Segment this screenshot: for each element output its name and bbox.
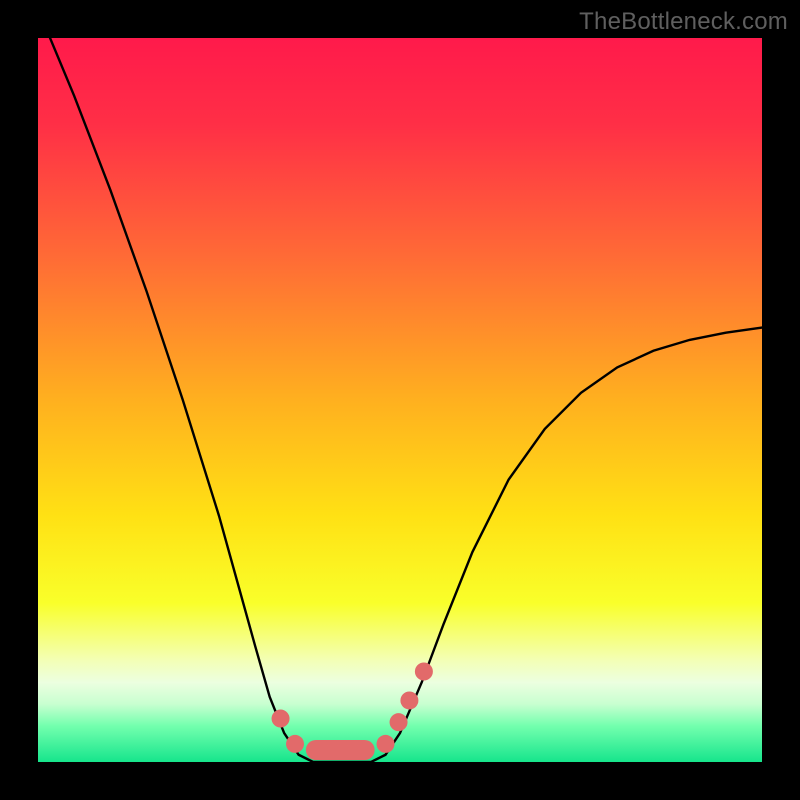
chart-frame: TheBottleneck.com: [0, 0, 800, 800]
optimum-band: [306, 740, 375, 760]
watermark-text: TheBottleneck.com: [579, 8, 788, 36]
bottleneck-curve: [38, 9, 762, 762]
curve-marker: [415, 663, 433, 681]
curve-marker: [272, 710, 290, 728]
chart-svg: [38, 38, 762, 762]
curve-marker: [377, 735, 395, 753]
curve-marker: [286, 735, 304, 753]
curve-marker: [390, 713, 408, 731]
curve-marker: [400, 691, 418, 709]
